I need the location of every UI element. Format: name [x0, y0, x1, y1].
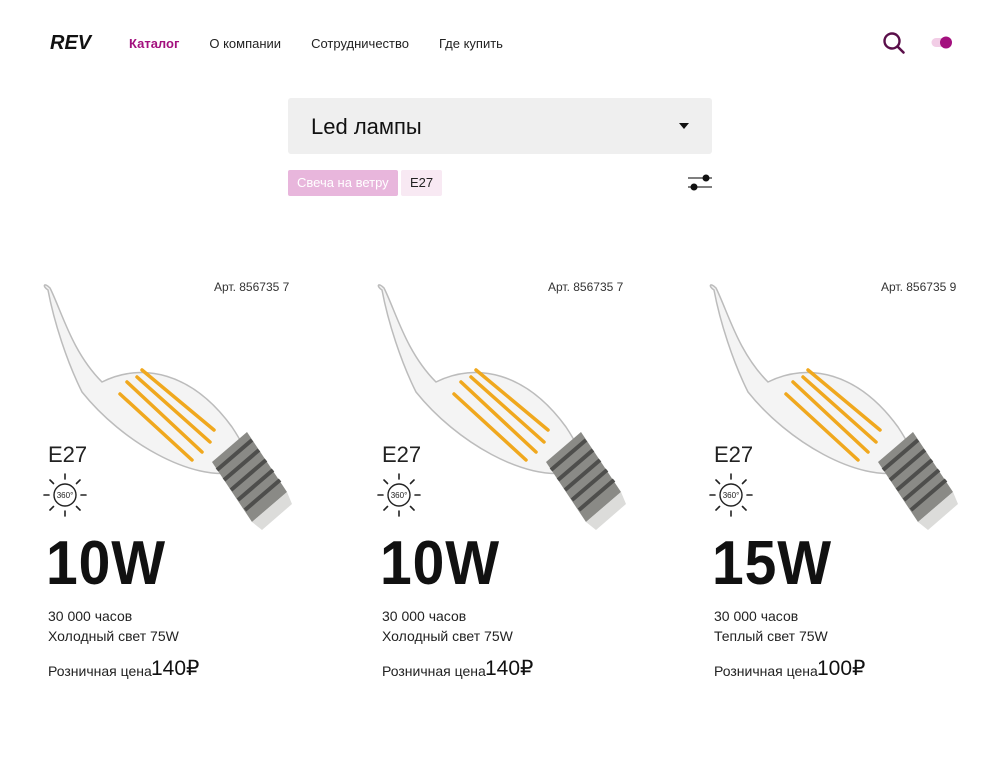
angle-label: 360°: [391, 491, 408, 500]
toggle-icon: [931, 36, 952, 49]
power-value: 10W: [46, 529, 167, 598]
article-number: Арт. 856735 7: [548, 280, 624, 294]
category-select[interactable]: Led лампы: [288, 98, 712, 154]
price-label: Розничная цена: [382, 663, 486, 679]
product-card[interactable]: Арт. 856735 7 E27 360° 10W 30 000 часов …: [43, 270, 348, 700]
angle-label: 360°: [723, 491, 740, 500]
product-card[interactable]: Арт. 856735 7 E27 360° 10W 30 000 часов …: [377, 270, 682, 700]
price-value: 140₽: [485, 657, 534, 680]
search-button[interactable]: [882, 31, 906, 55]
search-icon: [883, 32, 905, 54]
price-label: Розничная цена: [48, 663, 152, 679]
price-value: 100₽: [817, 657, 866, 680]
nav-item-catalog[interactable]: Каталог: [129, 36, 179, 51]
lifetime-hours: 30 000 часов: [382, 608, 467, 624]
nav-item-about[interactable]: О компании: [209, 36, 281, 51]
socket-type: E27: [382, 442, 422, 467]
header: REV Каталог О компании Сотрудничество Гд…: [0, 0, 1000, 90]
article-number: Арт. 856735 7: [214, 280, 290, 294]
article-number: Арт. 856735 9: [881, 280, 957, 294]
chevron-down-icon: [679, 123, 689, 129]
light-type: Холодный свет 75W: [382, 628, 513, 644]
filter-chip-candle[interactable]: Свеча на ветру: [288, 170, 398, 196]
lifetime-hours: 30 000 часов: [714, 608, 799, 624]
price-value: 140₽: [151, 657, 200, 680]
power-value: 10W: [380, 529, 501, 598]
angle-label: 360°: [57, 491, 74, 500]
light-type: Холодный свет 75W: [48, 628, 179, 644]
category-select-value: Led лампы: [311, 114, 422, 139]
360-degree-icon: 360°: [377, 473, 421, 517]
theme-toggle[interactable]: [931, 36, 953, 49]
rev-logo[interactable]: REV: [50, 30, 96, 56]
nav-item-cooperation[interactable]: Сотрудничество: [311, 36, 409, 51]
360-degree-icon: 360°: [709, 473, 753, 517]
power-value: 15W: [712, 529, 833, 598]
filter-settings-button[interactable]: [686, 172, 714, 194]
filter-chip-e27[interactable]: E27: [401, 170, 443, 196]
socket-type: E27: [714, 442, 754, 467]
socket-type: E27: [48, 442, 88, 467]
lifetime-hours: 30 000 часов: [48, 608, 133, 624]
nav-item-where-to-buy[interactable]: Где купить: [439, 36, 503, 51]
main-nav: Каталог О компании Сотрудничество Где ку…: [129, 36, 533, 51]
light-type: Теплый свет 75W: [714, 628, 828, 644]
360-degree-icon: 360°: [43, 473, 87, 517]
logo-text: REV: [50, 32, 93, 54]
product-card[interactable]: Арт. 856735 9 E27 360° 15W 30 000 часов …: [709, 270, 1000, 700]
price-label: Розничная цена: [714, 663, 818, 679]
sliders-icon: [688, 174, 712, 191]
